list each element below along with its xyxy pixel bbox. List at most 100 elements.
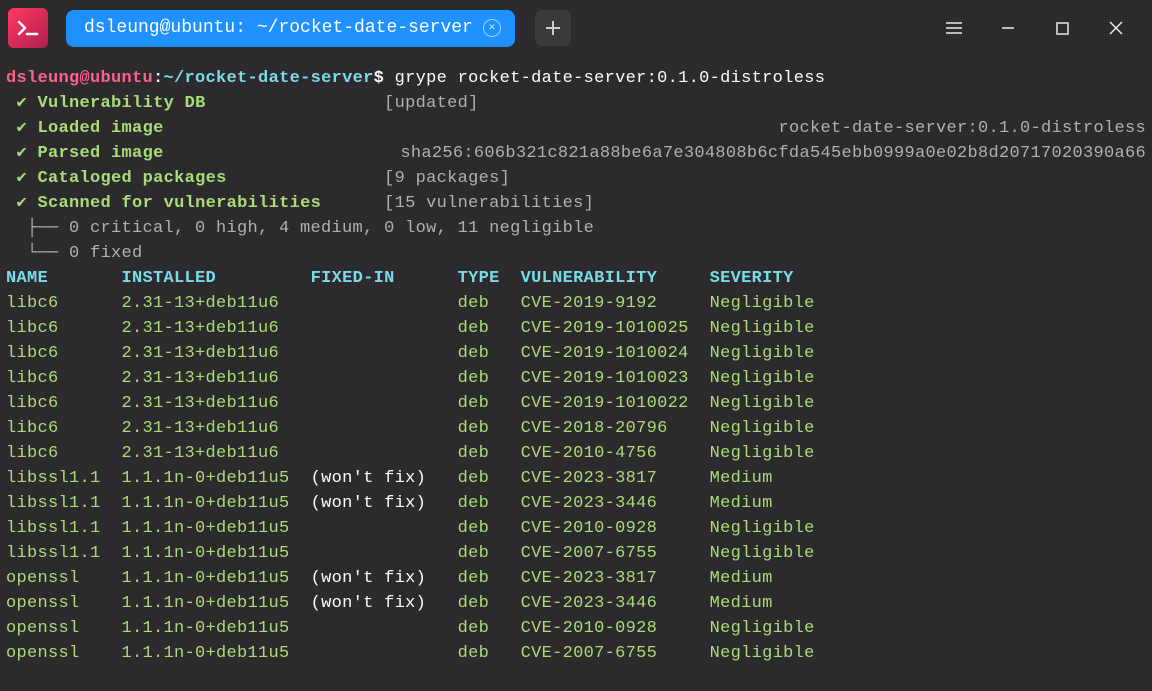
check-icon: ✔ (6, 194, 38, 213)
cell-severity: Medium (710, 569, 773, 588)
col-vuln: VULNERABILITY (521, 269, 710, 288)
cell-severity: Negligible (710, 294, 815, 313)
task-line: ✔ Vulnerability DB [updated] (6, 91, 1146, 116)
vulnerability-row: libc6 2.31-13+deb11u6 deb CVE-2018-20796… (6, 416, 1146, 441)
task-name: Scanned for vulnerabilities (38, 194, 385, 213)
summary-counts: 0 critical, 0 high, 4 medium, 0 low, 11 … (69, 219, 594, 238)
close-icon (1109, 21, 1123, 35)
cell-vuln: CVE-2023-3446 (521, 594, 710, 613)
titlebar: dsleung@ubuntu: ~/rocket-date-server ✕ (0, 0, 1152, 56)
vulnerability-row: libssl1.1 1.1.1n-0+deb11u5 (won't fix) d… (6, 466, 1146, 491)
check-icon: ✔ (6, 94, 38, 113)
hamburger-menu-button[interactable] (942, 16, 966, 40)
tab-close-button[interactable]: ✕ (483, 19, 501, 37)
task-name: Vulnerability DB (38, 94, 385, 113)
task-name: Loaded image (38, 119, 385, 138)
task-detail: [9 packages] (384, 169, 510, 188)
cell-name: libc6 (6, 444, 122, 463)
vulnerability-row: openssl 1.1.1n-0+deb11u5 deb CVE-2007-67… (6, 641, 1146, 666)
cell-type: deb (458, 419, 521, 438)
cell-type: deb (458, 294, 521, 313)
cell-severity: Negligible (710, 444, 815, 463)
cell-fixed: (won't fix) (311, 494, 458, 513)
prompt-user-host: dsleung@ubuntu (6, 69, 153, 88)
task-detail-right: sha256:606b321c821a88be6a7e304808b6cfda5… (400, 141, 1146, 166)
cell-fixed (311, 319, 458, 338)
cell-type: deb (458, 644, 521, 663)
cell-installed: 1.1.1n-0+deb11u5 (122, 544, 311, 563)
cell-severity: Negligible (710, 519, 815, 538)
plus-icon (545, 20, 561, 36)
minimize-button[interactable] (996, 16, 1020, 40)
task-detail-right: rocket-date-server:0.1.0-distroless (778, 116, 1146, 141)
cell-installed: 1.1.1n-0+deb11u5 (122, 619, 311, 638)
cell-type: deb (458, 344, 521, 363)
col-installed: INSTALLED (122, 269, 311, 288)
cell-type: deb (458, 394, 521, 413)
minimize-icon (1001, 21, 1015, 35)
maximize-button[interactable] (1050, 16, 1074, 40)
terminal-area[interactable]: dsleung@ubuntu:~/rocket-date-server$ gry… (0, 56, 1152, 672)
cell-fixed (311, 294, 458, 313)
cell-name: libssl1.1 (6, 544, 122, 563)
cell-vuln: CVE-2010-0928 (521, 619, 710, 638)
vulnerability-row: libc6 2.31-13+deb11u6 deb CVE-2019-10100… (6, 341, 1146, 366)
task-line: ✔ Loaded image rocket-date-server:0.1.0-… (6, 116, 1146, 141)
vulnerability-row: libc6 2.31-13+deb11u6 deb CVE-2019-10100… (6, 391, 1146, 416)
cell-fixed (311, 369, 458, 388)
vulnerability-row: libc6 2.31-13+deb11u6 deb CVE-2010-4756 … (6, 441, 1146, 466)
vulnerability-row: openssl 1.1.1n-0+deb11u5 (won't fix) deb… (6, 591, 1146, 616)
cell-installed: 2.31-13+deb11u6 (122, 419, 311, 438)
cell-fixed (311, 444, 458, 463)
cell-vuln: CVE-2023-3446 (521, 494, 710, 513)
table-header-row: NAME INSTALLED FIXED-IN TYPE VULNERABILI… (6, 266, 1146, 291)
vulnerability-row: libc6 2.31-13+deb11u6 deb CVE-2019-9192 … (6, 291, 1146, 316)
cell-severity: Negligible (710, 544, 815, 563)
cell-vuln: CVE-2010-4756 (521, 444, 710, 463)
cell-installed: 2.31-13+deb11u6 (122, 319, 311, 338)
cell-fixed (311, 619, 458, 638)
cell-fixed (311, 394, 458, 413)
cell-vuln: CVE-2010-0928 (521, 519, 710, 538)
cell-fixed (311, 644, 458, 663)
cell-type: deb (458, 569, 521, 588)
cell-name: openssl (6, 644, 122, 663)
col-severity: SEVERITY (710, 269, 794, 288)
vulnerability-row: libc6 2.31-13+deb11u6 deb CVE-2019-10100… (6, 316, 1146, 341)
cell-severity: Medium (710, 494, 773, 513)
cell-installed: 2.31-13+deb11u6 (122, 344, 311, 363)
cell-name: libssl1.1 (6, 519, 122, 538)
task-detail: [15 vulnerabilities] (384, 194, 594, 213)
cell-installed: 1.1.1n-0+deb11u5 (122, 519, 311, 538)
check-icon: ✔ (6, 144, 38, 163)
close-window-button[interactable] (1104, 16, 1128, 40)
app-icon (8, 8, 48, 48)
tree-end-icon: └── (6, 244, 69, 263)
cell-severity: Negligible (710, 369, 815, 388)
cell-vuln: CVE-2019-1010022 (521, 394, 710, 413)
tab-active[interactable]: dsleung@ubuntu: ~/rocket-date-server ✕ (66, 10, 515, 47)
cell-installed: 1.1.1n-0+deb11u5 (122, 494, 311, 513)
task-name: Parsed image (38, 144, 385, 163)
terminal-icon (17, 19, 39, 37)
check-icon: ✔ (6, 169, 38, 188)
cell-severity: Medium (710, 469, 773, 488)
tree-branch-icon: ├── (6, 219, 69, 238)
cell-installed: 2.31-13+deb11u6 (122, 294, 311, 313)
vulnerability-row: libssl1.1 1.1.1n-0+deb11u5 deb CVE-2010-… (6, 516, 1146, 541)
prompt-dollar: $ (374, 69, 385, 88)
cell-fixed (311, 419, 458, 438)
command-text: grype rocket-date-server:0.1.0-distroles… (395, 69, 826, 88)
cell-severity: Negligible (710, 344, 815, 363)
cell-vuln: CVE-2007-6755 (521, 544, 710, 563)
cell-installed: 1.1.1n-0+deb11u5 (122, 644, 311, 663)
tab-title: dsleung@ubuntu: ~/rocket-date-server (84, 16, 473, 41)
cell-severity: Negligible (710, 394, 815, 413)
cell-name: openssl (6, 569, 122, 588)
cell-name: libc6 (6, 369, 122, 388)
cell-type: deb (458, 544, 521, 563)
vulnerability-row: libssl1.1 1.1.1n-0+deb11u5 (won't fix) d… (6, 491, 1146, 516)
new-tab-button[interactable] (535, 10, 571, 46)
window-controls (942, 16, 1128, 40)
cell-vuln: CVE-2007-6755 (521, 644, 710, 663)
